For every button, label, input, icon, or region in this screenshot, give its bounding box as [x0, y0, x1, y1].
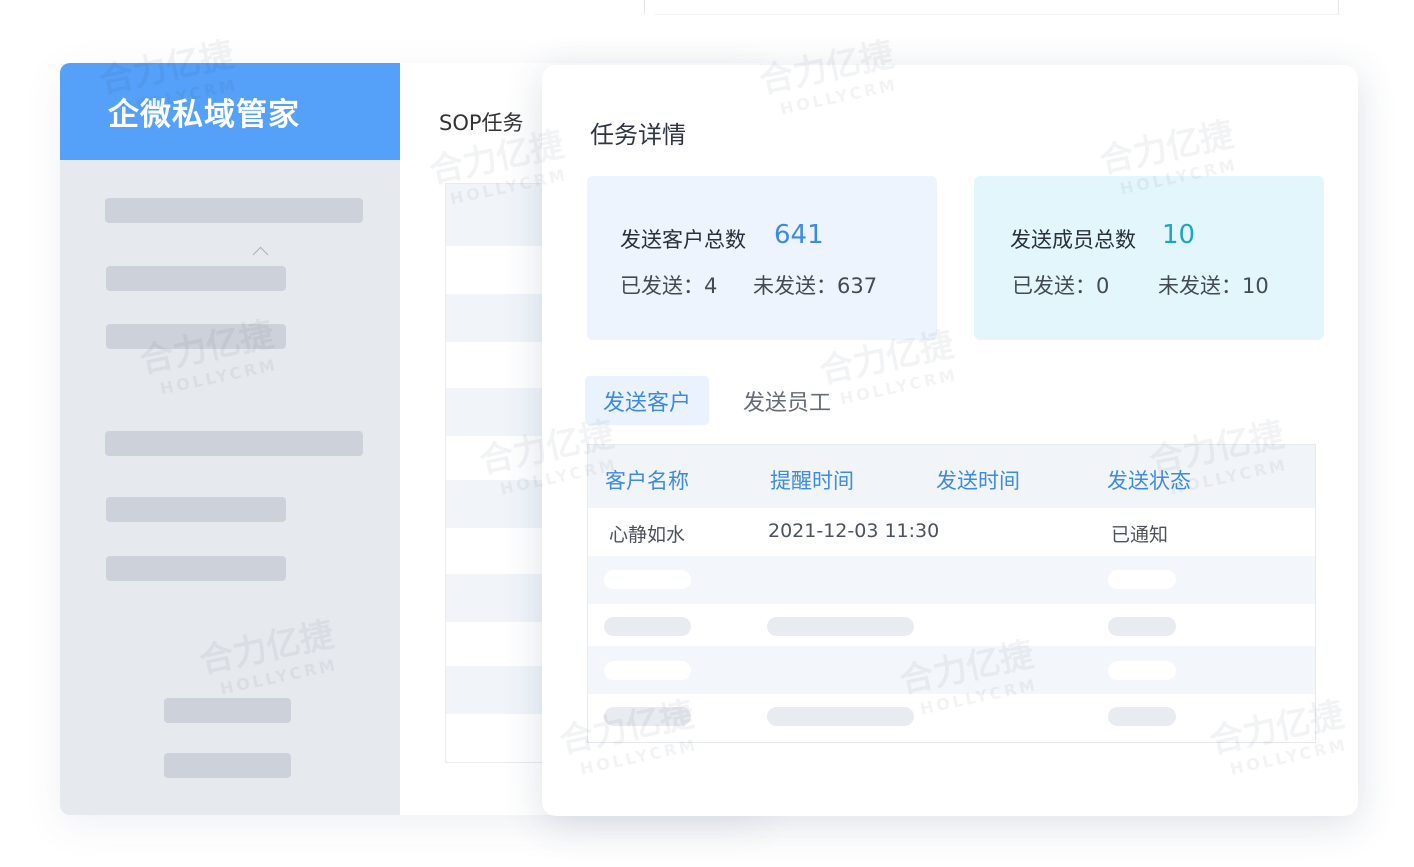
column-header-customer-name[interactable]: 客户名称 [605, 465, 689, 495]
tab-send-customers[interactable]: 发送客户 [585, 376, 709, 425]
cell-placeholder [604, 661, 691, 680]
cell-placeholder [604, 707, 691, 726]
member-unsent-count: 未发送：10 [1158, 274, 1269, 298]
table-header: 客户名称 提醒时间 发送时间 发送状态 [588, 445, 1315, 508]
brand-title: 企微私域管家 [60, 63, 400, 160]
task-detail-card: 任务详情 发送客户总数 641 已发送：4 未发送：637 发送成员总数 10 … [542, 65, 1358, 816]
customer-total-value: 641 [774, 220, 824, 250]
customer-sent-count: 已发送：4 [620, 274, 718, 298]
member-sent-count: 已发送：0 [1012, 274, 1110, 298]
table-row-placeholder[interactable] [588, 646, 1315, 694]
cell-placeholder [1108, 617, 1176, 636]
cell-placeholder [767, 617, 914, 636]
sidebar: 企微私域管家 [60, 63, 400, 815]
member-total-value: 10 [1162, 220, 1196, 250]
window-edge [1338, 0, 1339, 14]
cell-remind-time: 2021-12-03 11:30 [768, 520, 940, 542]
cell-placeholder [1108, 661, 1176, 680]
footer-item-placeholder[interactable] [164, 698, 291, 723]
submenu-item-placeholder[interactable] [106, 556, 286, 581]
footer-item-placeholder[interactable] [164, 753, 291, 778]
table-row-placeholder[interactable] [588, 556, 1315, 604]
table-row-placeholder[interactable] [588, 694, 1315, 742]
member-total-label: 发送成员总数 [1010, 228, 1136, 252]
chevron-up-icon[interactable] [252, 246, 269, 263]
cell-send-status: 已通知 [1111, 524, 1169, 546]
page-title: SOP任务 [439, 111, 524, 135]
card-title: 任务详情 [590, 121, 686, 149]
cell-customer-name: 心静如水 [609, 524, 686, 546]
cell-placeholder [1108, 707, 1176, 726]
table-row[interactable]: 心静如水 2021-12-03 11:30 已通知 [588, 508, 1315, 556]
window-edge [654, 14, 1340, 15]
customer-unsent-count: 未发送：637 [753, 274, 878, 298]
table-row-placeholder[interactable] [588, 604, 1315, 652]
submenu-item-placeholder[interactable] [106, 324, 286, 349]
column-header-send-status[interactable]: 发送状态 [1107, 465, 1191, 495]
cell-placeholder [1108, 570, 1176, 589]
cell-placeholder [767, 707, 914, 726]
submenu-item-placeholder[interactable] [106, 266, 286, 291]
submenu-item-placeholder[interactable] [106, 497, 286, 522]
tab-send-employees[interactable]: 发送员工 [743, 376, 831, 425]
cell-placeholder [604, 617, 691, 636]
window-edge [644, 0, 645, 14]
menu-item-placeholder[interactable] [105, 431, 363, 456]
menu-item-placeholder[interactable] [105, 198, 363, 223]
customer-stats-panel: 发送客户总数 641 已发送：4 未发送：637 [587, 176, 937, 340]
column-header-remind-time[interactable]: 提醒时间 [770, 465, 854, 495]
customer-total-label: 发送客户总数 [620, 228, 746, 252]
column-header-send-time[interactable]: 发送时间 [936, 465, 1020, 495]
cell-placeholder [604, 570, 691, 589]
send-customers-table: 客户名称 提醒时间 发送时间 发送状态 心静如水 2021-12-03 11:3… [587, 444, 1316, 743]
member-stats-panel: 发送成员总数 10 已发送：0 未发送：10 [974, 176, 1324, 340]
screen: 企微私域管家 SOP任务 任务详情 发送客户总数 641 已发送：4 未发送：6… [0, 0, 1414, 867]
